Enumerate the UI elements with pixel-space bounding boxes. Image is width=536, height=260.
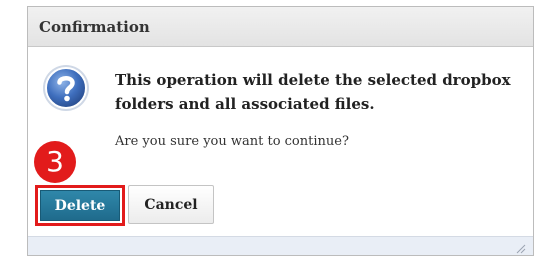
dialog-footer <box>28 236 533 255</box>
dialog-title: Confirmation <box>39 18 150 36</box>
resize-grip-icon[interactable] <box>514 242 526 254</box>
message-line-2: folders and all associated files. <box>115 95 375 113</box>
message-line-1: This operation will delete the selected … <box>115 71 511 89</box>
delete-button[interactable]: Delete <box>40 190 120 221</box>
confirmation-message: This operation will delete the selected … <box>115 68 511 116</box>
dialog-header: Confirmation <box>28 7 533 47</box>
continue-prompt: Are you sure you want to continue? <box>115 134 349 149</box>
step-number-badge: 3 <box>34 141 76 183</box>
cancel-button[interactable]: Cancel <box>128 185 214 224</box>
confirmation-dialog: Confirmation This operation will delete … <box>27 6 534 256</box>
question-icon <box>43 65 89 111</box>
